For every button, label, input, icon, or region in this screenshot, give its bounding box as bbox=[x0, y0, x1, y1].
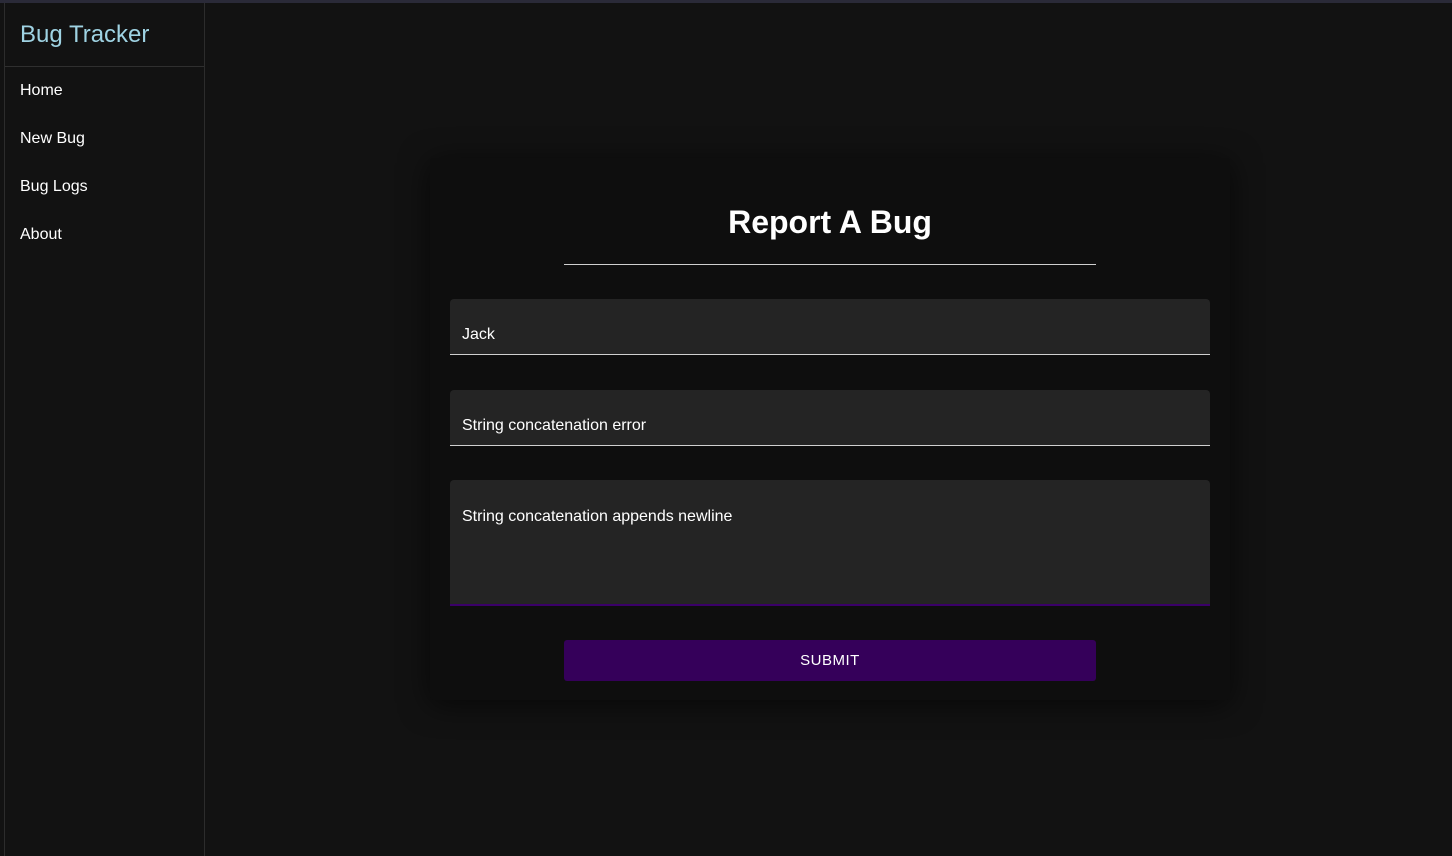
sidebar: Bug Tracker Home New Bug Bug Logs About bbox=[4, 3, 205, 856]
app-title[interactable]: Bug Tracker bbox=[5, 3, 204, 67]
sidebar-item-bug-logs[interactable]: Bug Logs bbox=[5, 163, 204, 211]
bug-title-input[interactable] bbox=[450, 390, 1210, 446]
sidebar-item-home[interactable]: Home bbox=[5, 67, 204, 115]
name-input[interactable] bbox=[450, 299, 1210, 355]
page-title: Report A Bug bbox=[728, 204, 932, 240]
sidebar-item-new-bug[interactable]: New Bug bbox=[5, 115, 204, 163]
submit-button[interactable]: SUBMIT bbox=[564, 640, 1096, 681]
title-divider bbox=[564, 264, 1096, 265]
window-top-bar bbox=[0, 0, 1452, 3]
description-textarea[interactable]: String concatenation appends newline bbox=[450, 480, 1210, 606]
sidebar-item-about[interactable]: About bbox=[5, 211, 204, 259]
report-bug-card: Report A Bug String concatenation append… bbox=[430, 158, 1230, 700]
